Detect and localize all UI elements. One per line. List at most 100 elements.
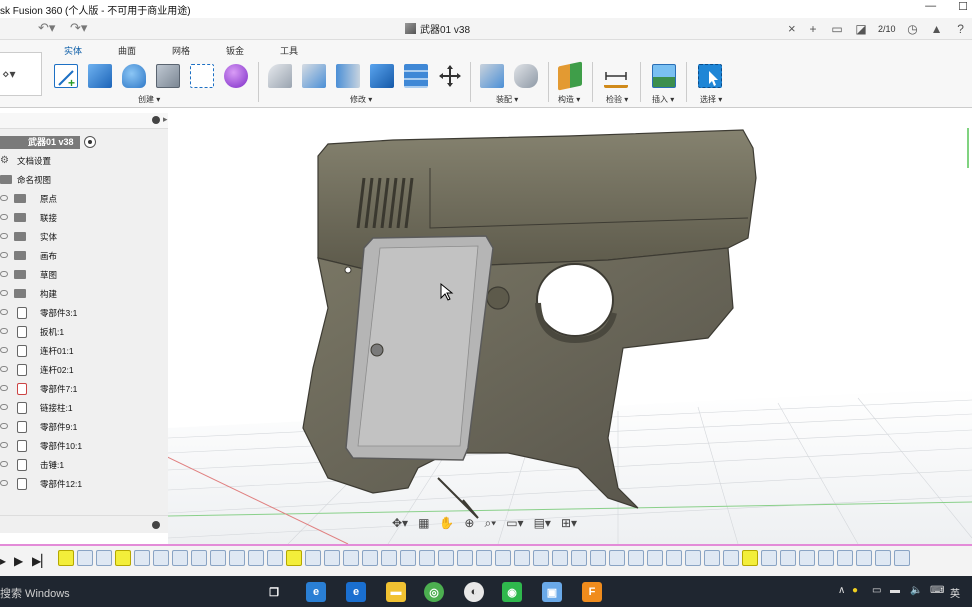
new-tab-icon[interactable]: + bbox=[806, 22, 820, 36]
edge-icon[interactable]: e bbox=[306, 582, 326, 602]
collapse-panel-icon[interactable]: ▸ bbox=[163, 114, 168, 125]
eye-icon[interactable] bbox=[0, 385, 8, 391]
battery-icon[interactable]: ▬ bbox=[890, 585, 900, 596]
redo-icon[interactable]: ↷▾ bbox=[70, 20, 87, 36]
timeline-feature-icon[interactable] bbox=[229, 550, 245, 566]
construct-group-label[interactable]: 构造 ▾ bbox=[558, 94, 580, 105]
tree-item-component[interactable]: 零部件12:1 bbox=[0, 476, 100, 492]
timeline-feature-icon[interactable] bbox=[704, 550, 720, 566]
tree-item-component[interactable]: 零部件10:1 bbox=[0, 438, 100, 454]
timeline-feature-icon[interactable] bbox=[837, 550, 853, 566]
joint-icon[interactable] bbox=[514, 64, 538, 88]
ie-icon[interactable]: e bbox=[346, 582, 366, 602]
tree-item-canvases[interactable]: 画布 bbox=[0, 248, 100, 264]
tree-item-origin[interactable]: 原点 bbox=[0, 191, 100, 207]
grid-settings-icon[interactable]: ▤▾ bbox=[534, 516, 551, 530]
timeline-feature-icon[interactable] bbox=[58, 550, 74, 566]
timeline-feature-icon[interactable] bbox=[381, 550, 397, 566]
create-group-label[interactable]: 创建 ▾ bbox=[138, 94, 160, 105]
tree-item-component[interactable]: 零部件9:1 bbox=[0, 419, 100, 435]
inspect-group-label[interactable]: 检验 ▾ bbox=[606, 94, 628, 105]
activate-radio-icon[interactable] bbox=[84, 136, 96, 148]
tree-item-component[interactable]: 扳机:1 bbox=[0, 324, 100, 340]
eye-icon[interactable] bbox=[0, 461, 8, 467]
eye-icon[interactable] bbox=[0, 233, 8, 239]
timeline-feature-icon[interactable] bbox=[818, 550, 834, 566]
eye-icon[interactable] bbox=[0, 271, 8, 277]
eye-icon[interactable] bbox=[0, 252, 8, 258]
eye-icon[interactable] bbox=[0, 195, 8, 201]
fillet-icon[interactable] bbox=[302, 64, 326, 88]
tab-tools[interactable]: 工具 bbox=[280, 44, 298, 57]
timeline-feature-icon[interactable] bbox=[894, 550, 910, 566]
create-sketch-icon[interactable]: + bbox=[54, 64, 78, 90]
select-icon[interactable] bbox=[698, 64, 722, 88]
ime-mode-icon[interactable]: ⌨ bbox=[930, 585, 944, 596]
timeline-feature-icon[interactable] bbox=[286, 550, 302, 566]
orbit-icon[interactable]: ✥▾ bbox=[392, 516, 408, 530]
timeline-feature-icon[interactable] bbox=[761, 550, 777, 566]
timeline-feature-icon[interactable] bbox=[362, 550, 378, 566]
timeline-feature-icon[interactable] bbox=[609, 550, 625, 566]
eye-icon[interactable] bbox=[0, 480, 8, 486]
tree-item-sketches[interactable]: 草图 bbox=[0, 267, 100, 283]
windows-search-box[interactable]: 搜索 Windows bbox=[0, 585, 70, 601]
split-body-icon[interactable] bbox=[404, 64, 428, 88]
tree-item-component[interactable]: 零部件3:1 bbox=[0, 305, 100, 321]
eye-icon[interactable] bbox=[0, 423, 8, 429]
eye-icon[interactable] bbox=[0, 328, 8, 334]
ime-language[interactable]: 英 bbox=[950, 585, 960, 600]
timeline-feature-icon[interactable] bbox=[685, 550, 701, 566]
pan-icon[interactable]: ✋ bbox=[439, 516, 454, 530]
extrude-icon[interactable] bbox=[88, 64, 112, 88]
timeline-feature-icon[interactable] bbox=[552, 550, 568, 566]
timeline-feature-icon[interactable] bbox=[115, 550, 131, 566]
timeline-feature-icon[interactable] bbox=[153, 550, 169, 566]
timeline-feature-icon[interactable] bbox=[400, 550, 416, 566]
network-icon[interactable]: ▭ bbox=[872, 585, 881, 596]
eye-icon[interactable] bbox=[0, 347, 8, 353]
help-icon[interactable]: ? bbox=[954, 22, 968, 36]
tab-sheet-metal[interactable]: 钣金 bbox=[226, 44, 244, 57]
step-back-icon[interactable]: ▸ bbox=[0, 554, 6, 568]
comment-icon[interactable]: ▭ bbox=[830, 22, 844, 36]
canvas-viewport[interactable] bbox=[168, 108, 972, 544]
timeline-feature-icon[interactable] bbox=[533, 550, 549, 566]
press-pull-icon[interactable] bbox=[268, 64, 292, 88]
tree-item-component[interactable]: 零部件7:1 bbox=[0, 381, 100, 397]
eye-icon[interactable] bbox=[0, 309, 8, 315]
timeline-feature-icon[interactable] bbox=[780, 550, 796, 566]
job-count[interactable]: 2/10 bbox=[878, 24, 896, 34]
workspace-switcher[interactable]: ⋄▾ bbox=[0, 52, 42, 96]
timeline-feature-icon[interactable] bbox=[438, 550, 454, 566]
timeline-feature-icon[interactable] bbox=[856, 550, 872, 566]
timeline-feature-icon[interactable] bbox=[191, 550, 207, 566]
document-tab[interactable]: 武器01 v38 bbox=[405, 21, 470, 36]
timeline-feature-icon[interactable] bbox=[799, 550, 815, 566]
look-at-icon[interactable]: ▦ bbox=[418, 516, 429, 530]
timeline-feature-icon[interactable] bbox=[571, 550, 587, 566]
timeline-feature-icon[interactable] bbox=[742, 550, 758, 566]
eye-icon[interactable] bbox=[0, 404, 8, 410]
zoom-icon[interactable]: ⌕▾ bbox=[484, 516, 496, 531]
timeline-feature-icon[interactable] bbox=[305, 550, 321, 566]
go-to-end-icon[interactable]: ▶▏ bbox=[32, 554, 50, 568]
timeline-feature-icon[interactable] bbox=[172, 550, 188, 566]
timeline-feature-icon[interactable] bbox=[324, 550, 340, 566]
volume-icon[interactable]: 🔈 bbox=[910, 585, 922, 596]
timeline-feature-icon[interactable] bbox=[875, 550, 891, 566]
tree-item-named-views[interactable]: 命名视图 bbox=[0, 172, 100, 188]
job-status-icon[interactable]: ◪ bbox=[854, 22, 868, 36]
tray-app-icon[interactable]: ● bbox=[852, 585, 858, 596]
timeline-feature-icon[interactable] bbox=[134, 550, 150, 566]
measure-icon[interactable] bbox=[604, 64, 628, 88]
pattern-icon[interactable] bbox=[190, 64, 214, 88]
fusion360-icon[interactable]: F bbox=[582, 582, 602, 602]
timeline-feature-icon[interactable] bbox=[96, 550, 112, 566]
wechat-icon[interactable]: ◉ bbox=[502, 582, 522, 602]
clock-icon[interactable]: ◷ bbox=[906, 22, 920, 36]
tab-surface[interactable]: 曲面 bbox=[118, 44, 136, 57]
tree-item-joints[interactable]: 联接 bbox=[0, 210, 100, 226]
timeline-feature-icon[interactable] bbox=[210, 550, 226, 566]
timeline-feature-icon[interactable] bbox=[476, 550, 492, 566]
